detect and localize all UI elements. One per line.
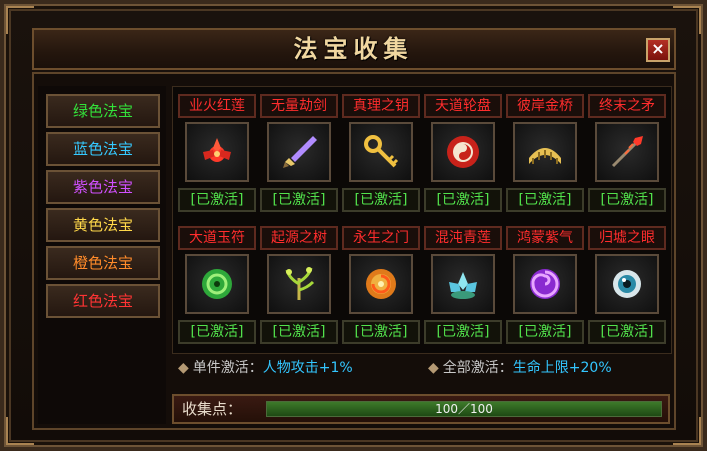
treasure-slot[interactable] (431, 122, 495, 182)
treasure-name: 大道玉符 (178, 226, 256, 250)
treasure-status: [已激活] (342, 320, 420, 344)
single-activation-bonus: ◆ 单件激活：人物攻击+1% (178, 356, 353, 380)
progress-text: 100／100 (435, 402, 493, 416)
full-activation-label: 全部激活： (442, 360, 513, 376)
treasure-name: 业火红莲 (178, 94, 256, 118)
treasure-status: [已激活] (588, 188, 666, 212)
treasure-slot[interactable] (431, 254, 495, 314)
treasure-name: 彼岸金桥 (506, 94, 584, 118)
full-activation-value: 生命上限+20% (512, 360, 612, 376)
category-orange[interactable]: 橙色法宝 (46, 246, 160, 280)
treasure-name: 鸿蒙紫气 (506, 226, 584, 250)
treasure-slot[interactable] (267, 122, 331, 182)
portal-icon (366, 269, 396, 299)
treasure-status: [已激活] (424, 188, 502, 212)
sword-icon (283, 136, 317, 168)
tree-icon (285, 267, 315, 300)
wheel-icon (447, 136, 479, 168)
collection-points-label: 收集点： (182, 400, 243, 418)
single-activation-label: 单件激活： (192, 360, 263, 376)
treasure-status: [已激活] (178, 320, 256, 344)
treasure-slot[interactable] (185, 122, 249, 182)
jade-talisman-icon (202, 269, 232, 299)
spear-icon (611, 136, 643, 168)
treasure-status: [已激活] (506, 320, 584, 344)
treasure-status: [已激活] (342, 188, 420, 212)
diamond-bullet-icon: ◆ (178, 360, 189, 376)
golden-bridge-icon (529, 148, 561, 164)
category-purple[interactable]: 紫色法宝 (46, 170, 160, 204)
progress-track: 100／100 (266, 401, 662, 417)
treasure-name: 终末之矛 (588, 94, 666, 118)
blue-lotus-icon (449, 272, 477, 299)
red-lotus-icon (203, 138, 231, 162)
treasure-slot[interactable] (595, 254, 659, 314)
treasure-name: 真理之钥 (342, 94, 420, 118)
single-activation-value: 人物攻击+1% (262, 360, 353, 376)
full-activation-bonus: ◆ 全部激活：生命上限+20% (428, 356, 612, 380)
treasure-slot[interactable] (595, 122, 659, 182)
category-blue[interactable]: 蓝色法宝 (46, 132, 160, 166)
key-icon (364, 135, 399, 168)
treasure-slot[interactable] (349, 122, 413, 182)
close-button[interactable]: × (646, 38, 670, 62)
treasure-status: [已激活] (260, 188, 338, 212)
purple-vortex-icon (530, 269, 560, 299)
treasure-status: [已激活] (424, 320, 502, 344)
treasure-name: 起源之树 (260, 226, 338, 250)
treasure-status: [已激活] (260, 320, 338, 344)
treasure-name: 天道轮盘 (424, 94, 502, 118)
treasure-name: 无量劫剑 (260, 94, 338, 118)
treasure-status: [已激活] (178, 188, 256, 212)
category-sidebar: 绿色法宝 蓝色法宝 紫色法宝 黄色法宝 橙色法宝 红色法宝 (38, 86, 166, 424)
category-green[interactable]: 绿色法宝 (46, 94, 160, 128)
treasure-status: [已激活] (588, 320, 666, 344)
treasure-name: 混沌青莲 (424, 226, 502, 250)
treasure-slot[interactable] (349, 254, 413, 314)
treasure-slot[interactable] (513, 254, 577, 314)
eye-icon (613, 270, 641, 298)
treasure-slot[interactable] (267, 254, 331, 314)
corner-ornament (673, 417, 701, 445)
treasure-status: [已激活] (506, 188, 584, 212)
treasure-slot[interactable] (185, 254, 249, 314)
treasure-name: 归墟之眼 (588, 226, 666, 250)
treasure-slot[interactable] (513, 122, 577, 182)
category-red[interactable]: 红色法宝 (46, 284, 160, 318)
diamond-bullet-icon: ◆ (428, 360, 439, 376)
treasure-name: 永生之门 (342, 226, 420, 250)
category-yellow[interactable]: 黄色法宝 (46, 208, 160, 242)
corner-ornament (6, 417, 34, 445)
window-title: 法宝收集 (293, 35, 414, 63)
collection-points-bar: 收集点： 100／100 (172, 394, 670, 424)
